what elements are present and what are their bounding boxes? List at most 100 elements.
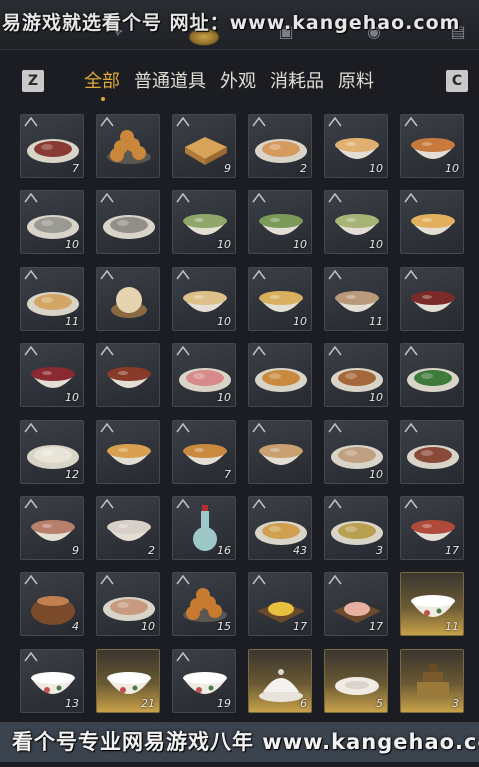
rarity-tag-icon: [252, 498, 266, 509]
inventory-slot[interactable]: 43: [248, 495, 312, 560]
rarity-tag-icon: [404, 346, 418, 356]
item-count: 10: [217, 314, 231, 328]
inventory-slot[interactable]: 10: [324, 343, 388, 408]
rarity-tag-icon: [176, 575, 190, 585]
tab-appearance[interactable]: 外观: [220, 67, 256, 95]
inventory-slot[interactable]: 3: [324, 495, 388, 560]
rarity-tag-icon: [100, 422, 114, 433]
item-count: 12: [65, 467, 79, 481]
inventory-slot[interactable]: [400, 190, 464, 255]
rarity-tag-icon: [328, 422, 342, 433]
item-count: 11: [445, 620, 459, 634]
rarity-tag-icon: [252, 422, 266, 433]
inventory-slot[interactable]: [96, 266, 160, 331]
item-count: 16: [217, 543, 231, 557]
inventory-slot[interactable]: 10: [324, 419, 388, 484]
inventory-slot[interactable]: 3: [400, 648, 464, 713]
rarity-tag-icon: [100, 346, 114, 356]
item-count: 10: [293, 238, 307, 252]
tab-materials[interactable]: 原料: [338, 67, 374, 95]
inventory-slot[interactable]: 10: [324, 114, 388, 178]
inventory-slot[interactable]: 21: [96, 648, 160, 713]
inventory-slot[interactable]: 2: [96, 495, 160, 560]
inventory-slot[interactable]: 10: [172, 266, 236, 331]
inventory-slot[interactable]: 11: [400, 572, 464, 637]
rarity-tag-icon: [328, 117, 342, 127]
inventory-slot[interactable]: 6: [248, 648, 312, 713]
rarity-tag-icon: [24, 346, 38, 356]
item-count: 5: [376, 696, 383, 710]
rarity-tag-icon: [24, 117, 38, 127]
inventory-slot[interactable]: 15: [172, 572, 236, 637]
item-count: 11: [369, 314, 383, 328]
inventory-slot[interactable]: 17: [324, 572, 388, 637]
inventory-slot[interactable]: 10: [324, 190, 388, 255]
item-count: 10: [445, 162, 459, 175]
inventory-grid: 7 9 2 10 10 10 10 10 10 11 10 10 11 10 10 10 12 7 10 9 2 16 43…: [20, 114, 464, 713]
item-count: 17: [445, 543, 459, 557]
prev-category-key[interactable]: Z: [22, 70, 44, 92]
inventory-slot[interactable]: 12: [20, 419, 84, 484]
item-count: 10: [369, 467, 383, 481]
rarity-tag-icon: [100, 117, 114, 127]
item-count: 10: [293, 314, 307, 328]
item-count: 19: [217, 696, 231, 710]
tab-general-items[interactable]: 普通道具: [134, 67, 206, 95]
item-count: 11: [65, 314, 79, 328]
inventory-slot[interactable]: 11: [20, 266, 84, 331]
inventory-slot[interactable]: 10: [20, 190, 84, 255]
inventory-slot[interactable]: 7: [172, 419, 236, 484]
inventory-slot[interactable]: 10: [248, 266, 312, 331]
inventory-slot[interactable]: [400, 343, 464, 408]
inventory-slot[interactable]: 13: [20, 648, 84, 713]
item-count: 3: [452, 696, 459, 710]
item-count: 10: [217, 238, 231, 252]
item-count: 10: [141, 620, 155, 634]
inventory-slot[interactable]: 10: [172, 343, 236, 408]
next-category-key[interactable]: C: [446, 70, 468, 92]
inventory-slot[interactable]: 9: [172, 114, 236, 178]
inventory-slot[interactable]: 9: [20, 495, 84, 560]
inventory-slot[interactable]: 11: [324, 266, 388, 331]
inventory-slot[interactable]: 5: [324, 648, 388, 713]
tab-all[interactable]: 全部: [84, 67, 120, 101]
inventory-slot[interactable]: [248, 343, 312, 408]
rarity-tag-icon: [100, 498, 114, 509]
inventory-slot[interactable]: 10: [248, 190, 312, 255]
rarity-tag-icon: [176, 422, 190, 433]
rarity-tag-icon: [252, 269, 266, 280]
rarity-tag-icon: [404, 117, 418, 127]
rarity-tag-icon: [328, 346, 342, 356]
inventory-slot[interactable]: [96, 190, 160, 255]
inventory-slot[interactable]: [248, 419, 312, 484]
inventory-slot[interactable]: 16: [172, 495, 236, 560]
item-count: 4: [72, 620, 79, 634]
inventory-slot[interactable]: [96, 419, 160, 484]
item-count: 13: [65, 696, 79, 710]
inventory-slot[interactable]: [400, 266, 464, 331]
inventory-slot[interactable]: 17: [400, 495, 464, 560]
rarity-tag-icon: [176, 269, 190, 280]
item-count: 15: [217, 620, 231, 634]
inventory-slot[interactable]: 4: [20, 572, 84, 637]
inventory-slot[interactable]: [96, 114, 160, 178]
rarity-tag-icon: [252, 346, 266, 356]
inventory-slot[interactable]: 10: [20, 343, 84, 408]
item-count: 10: [65, 391, 79, 405]
item-count: 7: [224, 467, 231, 481]
inventory-slot[interactable]: 7: [20, 114, 84, 178]
inventory-slot[interactable]: 2: [248, 114, 312, 178]
tab-consumables[interactable]: 消耗品: [270, 67, 324, 95]
inventory-slot[interactable]: [400, 419, 464, 484]
inventory-slot[interactable]: 17: [248, 572, 312, 637]
rarity-tag-icon: [404, 422, 418, 433]
inventory-slot[interactable]: 10: [172, 190, 236, 255]
item-count: 3: [376, 543, 383, 557]
inventory-slot[interactable]: 10: [400, 114, 464, 178]
item-count: 6: [300, 696, 307, 710]
item-count: 43: [293, 543, 307, 557]
inventory-slot[interactable]: 19: [172, 648, 236, 713]
inventory-slot[interactable]: 10: [96, 572, 160, 637]
inventory-slot[interactable]: [96, 343, 160, 408]
item-count: 2: [148, 543, 155, 557]
